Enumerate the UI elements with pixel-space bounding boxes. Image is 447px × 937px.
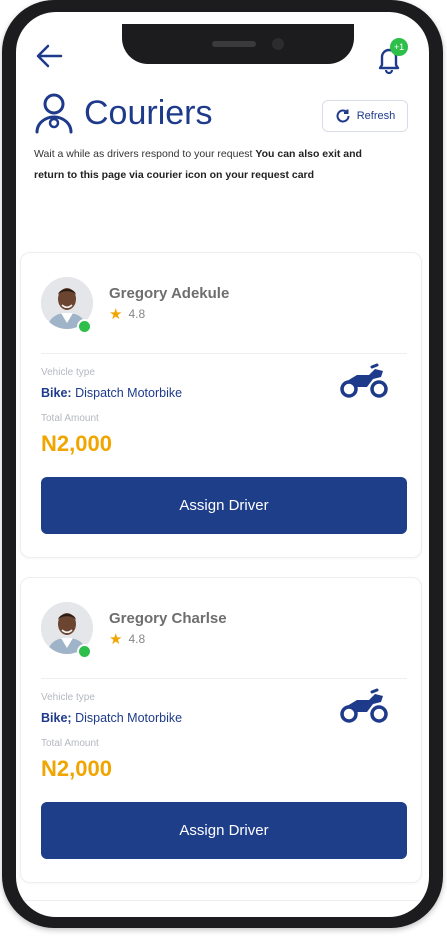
- total-amount: N2,000: [41, 431, 112, 456]
- notification-badge: +1: [390, 38, 408, 56]
- total-amount-label: Total Amount: [41, 413, 99, 424]
- user-icon: [35, 93, 73, 134]
- refresh-icon: [336, 109, 350, 123]
- app-screen: +1 Couriers Refresh Wait a while as driv…: [16, 12, 429, 917]
- vehicle-type: Bike: Dispatch Motorbike: [41, 386, 182, 400]
- phone-notch: [122, 24, 354, 64]
- subtitle-text: Wait a while as drivers respond to your …: [34, 148, 253, 160]
- back-arrow-icon[interactable]: [34, 42, 64, 70]
- camera: [272, 38, 284, 50]
- next-card-edge: [20, 900, 420, 917]
- total-amount-label: Total Amount: [41, 738, 99, 749]
- courier-name: Gregory Charlse: [109, 610, 227, 627]
- online-status-dot: [77, 319, 92, 334]
- motorbike-icon: [340, 363, 388, 398]
- phone-frame: +1 Couriers Refresh Wait a while as driv…: [2, 0, 443, 928]
- speaker: [212, 41, 256, 47]
- courier-name: Gregory Adekule: [109, 285, 230, 302]
- vehicle-category: Bike:: [41, 386, 72, 400]
- vehicle-type: Bike; Dispatch Motorbike: [41, 711, 182, 725]
- vehicle-name: Dispatch Motorbike: [75, 711, 183, 725]
- star-icon: ★: [109, 631, 123, 648]
- courier-rating: ★ 4.8: [109, 305, 145, 323]
- assign-driver-button[interactable]: Assign Driver: [41, 802, 407, 859]
- page-title: Couriers: [84, 94, 213, 132]
- vehicle-type-label: Vehicle type: [41, 367, 95, 378]
- assign-driver-button[interactable]: Assign Driver: [41, 477, 407, 534]
- vehicle-category: Bike;: [41, 711, 72, 725]
- total-amount: N2,000: [41, 756, 112, 781]
- courier-card: Gregory Adekule ★ 4.8 Vehicle type Bike:…: [20, 252, 422, 558]
- online-status-dot: [77, 644, 92, 659]
- courier-card: Gregory Charlse ★ 4.8 Vehicle type Bike;…: [20, 577, 422, 883]
- page-subtitle: Wait a while as drivers respond to your …: [34, 144, 364, 186]
- vehicle-type-label: Vehicle type: [41, 692, 95, 703]
- refresh-label: Refresh: [356, 110, 396, 122]
- vehicle-name: Dispatch Motorbike: [75, 386, 183, 400]
- card-divider: [41, 678, 407, 679]
- courier-rating: ★ 4.8: [109, 630, 145, 648]
- card-divider: [41, 353, 407, 354]
- rating-value: 4.8: [128, 307, 146, 321]
- motorbike-icon: [340, 688, 388, 723]
- refresh-button[interactable]: Refresh: [322, 100, 408, 132]
- star-icon: ★: [109, 306, 123, 323]
- rating-value: 4.8: [128, 632, 146, 646]
